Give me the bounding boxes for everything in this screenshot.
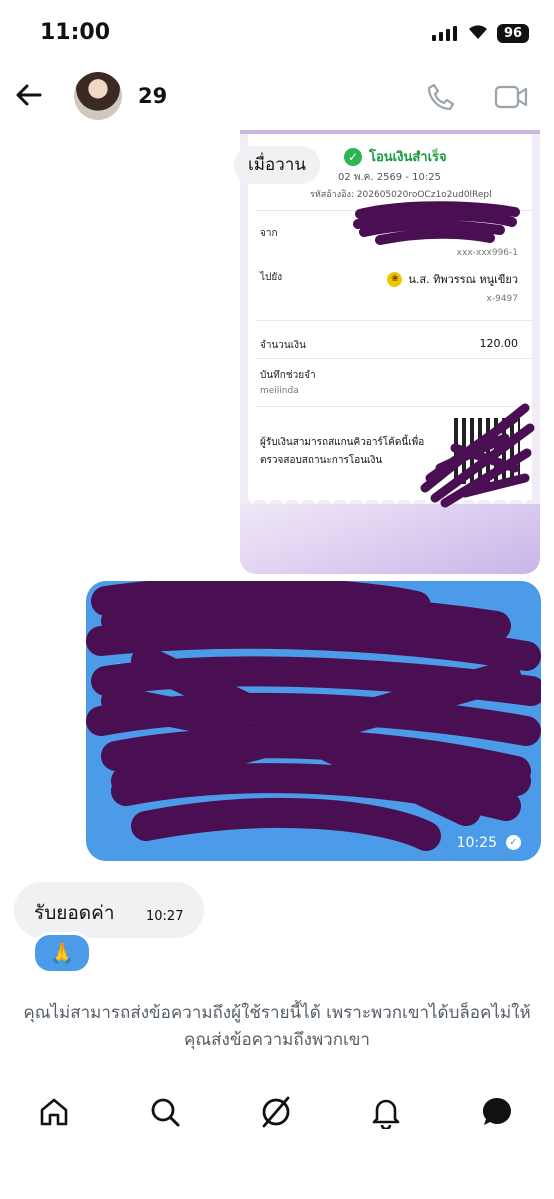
qr-code	[454, 418, 520, 484]
sent-message-bubble[interactable]: ที่อยู่ 10:25 ✓	[86, 581, 541, 861]
search-icon[interactable]	[147, 1094, 183, 1130]
transfer-reference: รหัสอ้างอิง: 202605020roOCz1o2ud0lRepl	[310, 190, 492, 200]
receipt-wave-footer	[240, 504, 540, 574]
divider	[256, 320, 532, 321]
notifications-icon[interactable]	[368, 1094, 404, 1130]
sent-message-time: 10:25	[456, 835, 497, 851]
receipt-zigzag-edge	[248, 490, 532, 504]
video-call-icon[interactable]	[494, 84, 528, 114]
from-label: จาก	[260, 228, 278, 239]
read-check-icon: ✓	[506, 835, 521, 850]
transfer-receipt-image[interactable]: ✓ โอนเงินสำเร็จ 02 พ.ค. 2569 - 10:25 รหั…	[240, 130, 540, 574]
bank-logo-icon: ❀	[387, 271, 403, 287]
to-label: ไปยัง	[260, 272, 283, 283]
avatar[interactable]	[74, 72, 122, 120]
to-account: x-9497	[486, 294, 518, 304]
reaction-badge[interactable]: 🙏	[32, 932, 92, 974]
scan-qr-note: ผู้รับเงินสามารถสแกนคิวอาร์โค้ดนี้เพื่อ …	[260, 434, 440, 470]
received-message-bubble[interactable]: รับยอดค่า 10:27	[14, 882, 204, 938]
date-separator-pill: เมื่อวาน	[234, 146, 320, 184]
transfer-success-status: ✓ โอนเงินสำเร็จ	[344, 146, 447, 167]
status-time: 11:00	[40, 20, 111, 45]
divider	[256, 358, 532, 359]
received-message-time: 10:27	[146, 909, 184, 924]
check-circle-icon: ✓	[344, 147, 362, 166]
scan-qr-note-line2: ตรวจสอบสถานะการโอนเงิน	[260, 455, 383, 466]
from-account: xxx-xxx996-1	[456, 248, 518, 258]
chat-username[interactable]: 29	[138, 84, 167, 108]
amount-label: จำนวนเงิน	[260, 340, 306, 351]
note-label: บันทึกช่วยจำ	[260, 370, 316, 381]
receipt-top-border	[240, 130, 540, 134]
redaction-scribble	[86, 581, 541, 851]
amount-value: 120.00	[479, 337, 519, 350]
divider	[256, 210, 532, 211]
note-value: meilinda	[260, 386, 299, 396]
received-message-text: รับยอดค่า	[34, 902, 115, 924]
signal-icon	[432, 26, 457, 41]
transfer-success-label: โอนเงินสำเร็จ	[369, 150, 447, 165]
transfer-datetime: 02 พ.ค. 2569 - 10:25	[338, 172, 441, 183]
to-recipient: ❀ น.ส. ทิพวรรณ หนูเขียว	[387, 270, 518, 288]
sent-message-fragment: ที่อยู่	[108, 665, 145, 689]
back-icon[interactable]	[14, 80, 44, 114]
to-name: น.ส. ทิพวรรณ หนูเขียว	[408, 273, 518, 286]
blocked-notice: คุณไม่สามารถส่งข้อความถึงผู้ใช้รายนี้ได้…	[23, 1003, 531, 1050]
home-icon[interactable]	[36, 1094, 72, 1130]
explore-icon[interactable]	[258, 1094, 294, 1130]
wifi-icon	[466, 22, 490, 44]
divider	[256, 406, 532, 407]
scan-qr-note-line1: ผู้รับเงินสามารถสแกนคิวอาร์โค้ดนี้เพื่อ	[260, 437, 425, 448]
battery-indicator: 96	[497, 24, 529, 43]
messages-icon[interactable]	[479, 1094, 515, 1130]
phone-call-icon[interactable]	[426, 82, 456, 116]
